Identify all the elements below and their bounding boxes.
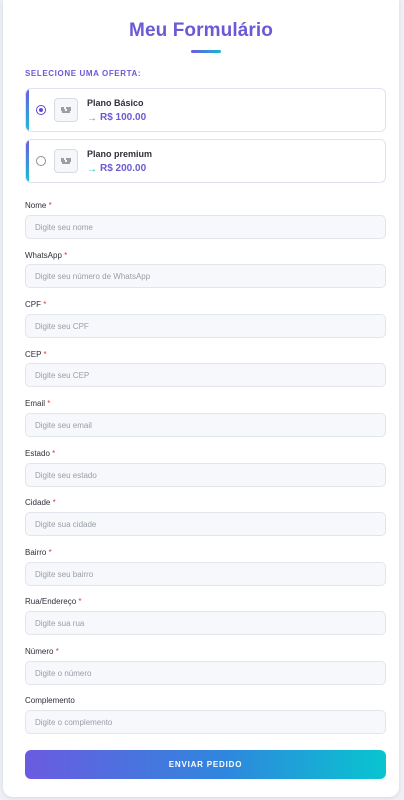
cpf-label: CPF * — [25, 300, 47, 309]
street-field[interactable] — [25, 611, 386, 635]
product-image-icon — [54, 149, 78, 173]
title-underline — [191, 50, 221, 53]
cpf-field[interactable] — [25, 314, 386, 338]
offer-accent-edge — [26, 140, 29, 182]
whatsapp-field[interactable] — [25, 264, 386, 288]
submit-order-button[interactable]: ENVIAR PEDIDO — [25, 750, 386, 779]
arrow-right-icon: → — [87, 113, 97, 124]
email-label: Email * — [25, 399, 51, 408]
page-title: Meu Formulário — [129, 20, 273, 41]
state-label: Estado * — [25, 449, 56, 458]
whatsapp-label: WhatsApp * — [25, 251, 68, 260]
form-card: Meu Formulário SELECIONE UMA OFERTA: Pla… — [3, 0, 399, 797]
offer-name: Plano Básico — [87, 98, 144, 108]
neighborhood-label: Bairro * — [25, 548, 52, 557]
offer-price: R$ 100.00 — [100, 112, 147, 123]
state-field[interactable] — [25, 463, 386, 487]
name-label: Nome * — [25, 201, 52, 210]
complement-label: Complemento — [25, 696, 75, 705]
city-field[interactable] — [25, 512, 386, 536]
offer-price: R$ 200.00 — [100, 163, 147, 174]
number-field[interactable] — [25, 661, 386, 685]
name-field[interactable] — [25, 215, 386, 239]
cep-field[interactable] — [25, 363, 386, 387]
offer-accent-edge — [26, 89, 29, 131]
offer-option-basic[interactable]: Plano Básico → R$ 100.00 — [25, 88, 386, 132]
offer-section-label: SELECIONE UMA OFERTA: — [25, 69, 142, 78]
complement-field[interactable] — [25, 710, 386, 734]
arrow-right-icon: → — [87, 164, 97, 175]
email-field[interactable] — [25, 413, 386, 437]
offer-option-premium[interactable]: Plano premium → R$ 200.00 — [25, 139, 386, 183]
radio-icon[interactable] — [36, 156, 46, 166]
product-image-icon — [54, 98, 78, 122]
number-label: Número * — [25, 647, 59, 656]
city-label: Cidade * — [25, 498, 56, 507]
offer-name: Plano premium — [87, 149, 153, 159]
cep-label: CEP * — [25, 350, 47, 359]
neighborhood-field[interactable] — [25, 562, 386, 586]
street-label: Rua/Endereço * — [25, 597, 82, 606]
radio-icon[interactable] — [36, 105, 46, 115]
